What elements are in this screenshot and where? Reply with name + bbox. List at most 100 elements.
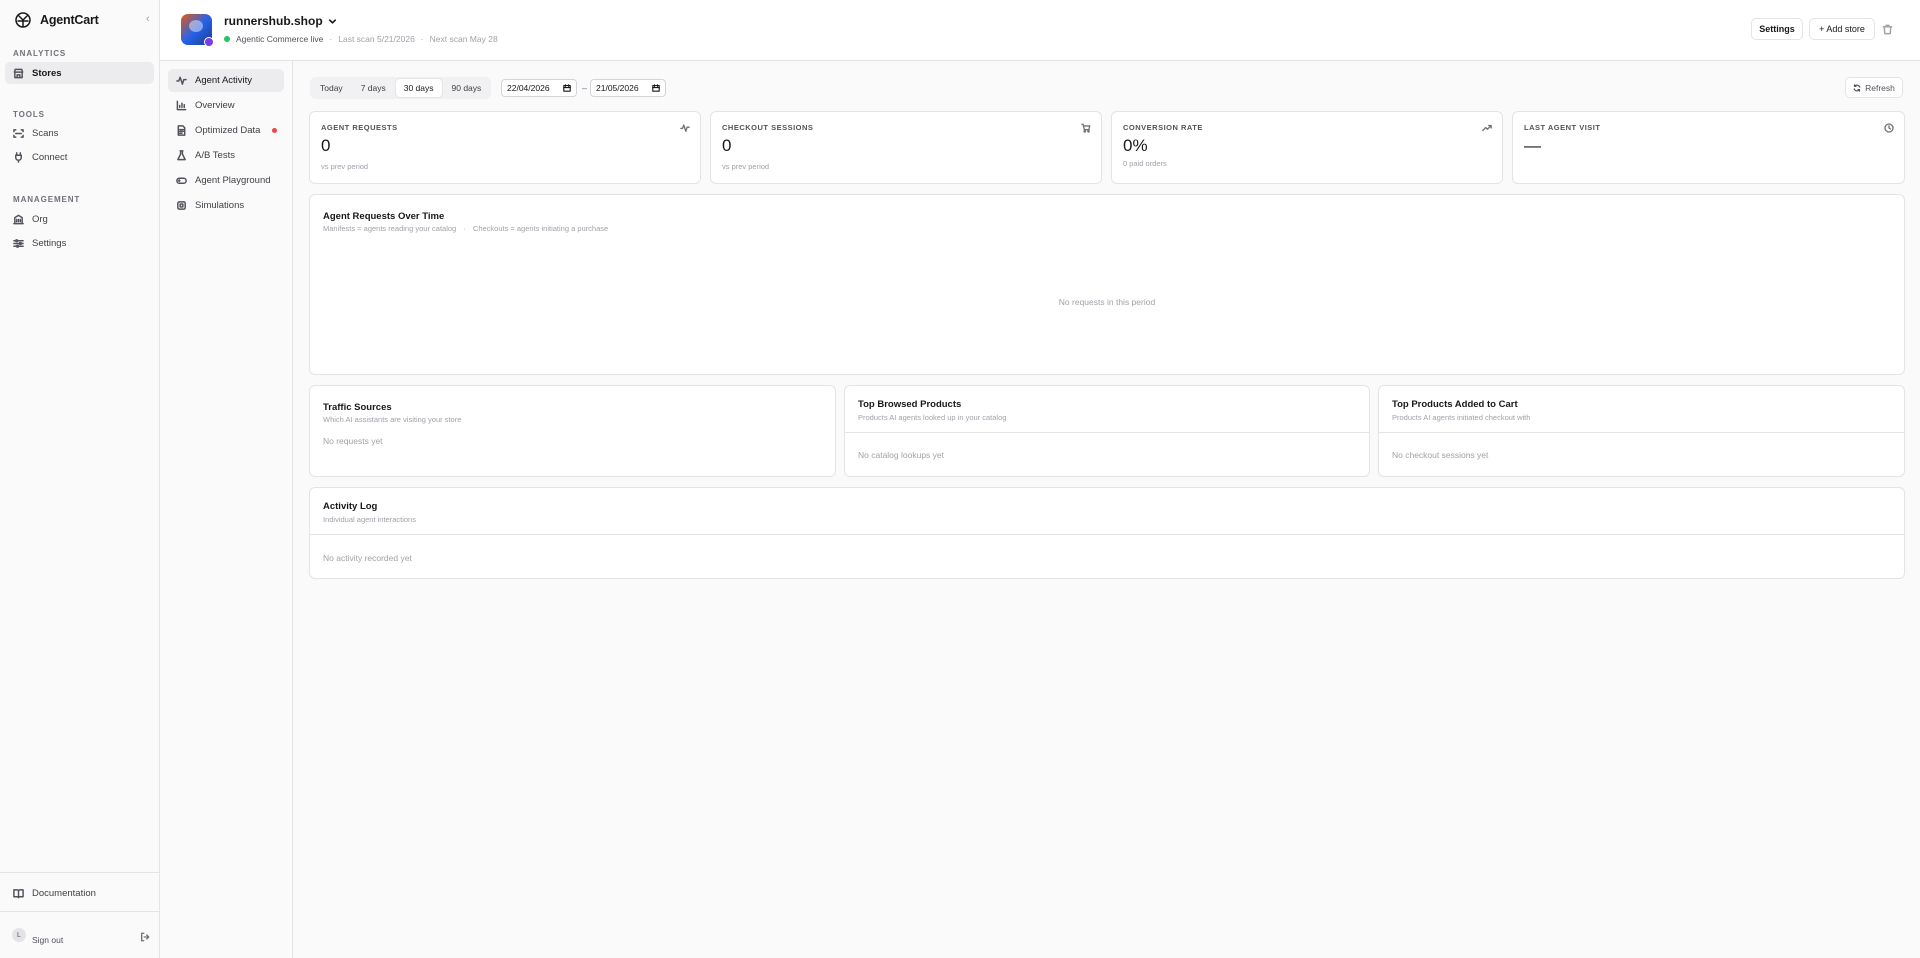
- avatar[interactable]: L: [12, 928, 26, 942]
- store-icon: [13, 68, 24, 79]
- divider: [1379, 432, 1904, 433]
- sliders-icon: [13, 238, 24, 249]
- clock-icon: [1884, 123, 1894, 133]
- range-30-days[interactable]: 30 days: [395, 79, 442, 97]
- stat-card-agent-requests: AGENT REQUESTS 0 vs prev period: [309, 111, 701, 184]
- sidebar-item-stores[interactable]: Stores: [5, 62, 154, 84]
- traffic-sources-card: Traffic Sources Which AI assistants are …: [309, 385, 836, 477]
- range-90-days[interactable]: 90 days: [444, 79, 490, 97]
- sidebar-item-documentation[interactable]: Documentation: [5, 882, 154, 904]
- refresh-label: Refresh: [1865, 82, 1895, 93]
- meta-separator: ·: [420, 34, 424, 44]
- refresh-button[interactable]: Refresh: [1845, 77, 1903, 98]
- tab-agent-activity[interactable]: Agent Activity: [168, 69, 284, 92]
- date-from-value: 22/04/2026: [507, 83, 550, 93]
- range-7-days[interactable]: 7 days: [353, 79, 394, 97]
- subnav-label: Optimized Data: [195, 125, 261, 136]
- calendar-icon: [563, 84, 571, 92]
- brand-logo[interactable]: AgentCart: [14, 10, 99, 30]
- empty-state: No requests yet: [323, 436, 383, 446]
- empty-state: No checkout sessions yet: [1392, 450, 1489, 460]
- tab-optimized-data[interactable]: Optimized Data: [168, 119, 284, 142]
- empty-state: No activity recorded yet: [323, 553, 412, 563]
- store-switcher[interactable]: runnershub.shop: [224, 14, 337, 28]
- brand-name: AgentCart: [40, 13, 99, 27]
- top-products-added-to-cart-card: Top Products Added to Cart Products AI a…: [1378, 385, 1905, 477]
- stat-label: AGENT REQUESTS: [321, 123, 398, 132]
- scan-icon: [13, 128, 24, 139]
- add-store-button[interactable]: + Add store: [1809, 18, 1875, 40]
- chip-icon: [176, 200, 187, 211]
- status-dot: [224, 36, 230, 42]
- card-title: Top Products Added to Cart: [1392, 399, 1518, 410]
- bar-chart-icon: [176, 100, 187, 111]
- store-subnav: Agent Activity Overview Optimized Data A…: [160, 61, 293, 958]
- sidebar-item-label: Settings: [32, 237, 67, 249]
- date-to-value: 21/05/2026: [596, 83, 639, 93]
- card-subtitle: Which AI assistants are visiting your st…: [323, 415, 462, 424]
- activity-log-card: Activity Log Individual agent interactio…: [309, 487, 1905, 579]
- store-name: runnershub.shop: [224, 14, 323, 28]
- sidebar-item-label: Connect: [32, 151, 68, 163]
- subnav-label: A/B Tests: [195, 150, 235, 161]
- tab-overview[interactable]: Overview: [168, 94, 284, 117]
- cart-icon: [1081, 123, 1091, 133]
- refresh-icon: [1853, 83, 1861, 92]
- gamepad-icon: [176, 175, 187, 186]
- stat-value: 0: [321, 136, 331, 155]
- last-scan: Last scan 5/21/2026: [338, 34, 415, 44]
- section-label-management: MANAGEMENT: [13, 195, 81, 204]
- sidebar-item-label: Org: [32, 213, 48, 225]
- chevron-left-icon[interactable]: ‹: [146, 13, 150, 25]
- store-header: runnershub.shop Agentic Commerce live · …: [160, 0, 1920, 61]
- date-range-tabs: Today 7 days 30 days 90 days: [310, 77, 492, 99]
- stat-value: —: [1524, 136, 1541, 155]
- document-icon: [176, 125, 187, 136]
- empty-state: No requests in this period: [1058, 297, 1156, 307]
- subtitle-manifests: Manifests = agents reading your catalog: [323, 224, 457, 233]
- card-title: Traffic Sources: [323, 402, 392, 413]
- divider: [310, 534, 1904, 535]
- logout-icon[interactable]: [140, 932, 150, 942]
- sidebar-item-label: Scans: [32, 127, 59, 139]
- card-subtitle: Manifests = agents reading your catalog …: [323, 224, 608, 233]
- settings-button[interactable]: Settings: [1751, 18, 1803, 40]
- sidebar-item-connect[interactable]: Connect: [5, 146, 154, 168]
- card-title: Agent Requests Over Time: [323, 211, 445, 222]
- tab-ab-tests[interactable]: A/B Tests: [168, 144, 284, 167]
- subtitle-separator: ·: [463, 224, 466, 233]
- main-sidebar: AgentCart ‹ ANALYTICS Stores TOOLS Scans…: [0, 0, 160, 958]
- stat-label: CONVERSION RATE: [1123, 123, 1203, 132]
- activity-icon: [680, 123, 690, 133]
- store-meta: Agentic Commerce live · Last scan 5/21/2…: [224, 34, 498, 44]
- status-text: Agentic Commerce live: [236, 34, 324, 44]
- sidebar-item-label: Documentation: [32, 887, 96, 899]
- stat-sub: vs prev period: [321, 162, 369, 171]
- divider: [845, 432, 1369, 433]
- card-subtitle: Products AI agents looked up in your cat…: [858, 413, 1007, 422]
- date-to-input[interactable]: 21/05/2026: [590, 79, 666, 97]
- date-from-input[interactable]: 22/04/2026: [501, 79, 577, 97]
- sidebar-item-org[interactable]: Org: [5, 208, 154, 230]
- sidebar-item-settings[interactable]: Settings: [5, 232, 154, 254]
- calendar-icon: [652, 84, 660, 92]
- stat-sub: vs prev period: [722, 162, 770, 171]
- card-subtitle: Individual agent interactions: [323, 515, 416, 524]
- section-label-tools: TOOLS: [13, 110, 45, 119]
- tab-agent-playground[interactable]: Agent Playground: [168, 169, 284, 192]
- stat-sub: 0 paid orders: [1123, 159, 1167, 168]
- subnav-label: Agent Playground: [195, 175, 271, 186]
- section-label-analytics: ANALYTICS: [13, 49, 67, 58]
- range-today[interactable]: Today: [312, 79, 351, 97]
- sign-out-link[interactable]: Sign out: [32, 935, 63, 945]
- tab-simulations[interactable]: Simulations: [168, 194, 284, 217]
- trash-icon[interactable]: [1882, 24, 1893, 35]
- building-icon: [13, 214, 24, 225]
- card-title: Top Browsed Products: [858, 399, 962, 410]
- subnav-label: Simulations: [195, 200, 245, 211]
- book-icon: [13, 888, 24, 899]
- trending-up-icon: [1482, 123, 1492, 133]
- flask-icon: [176, 150, 187, 161]
- top-browsed-products-card: Top Browsed Products Products AI agents …: [844, 385, 1370, 477]
- sidebar-item-scans[interactable]: Scans: [5, 122, 154, 144]
